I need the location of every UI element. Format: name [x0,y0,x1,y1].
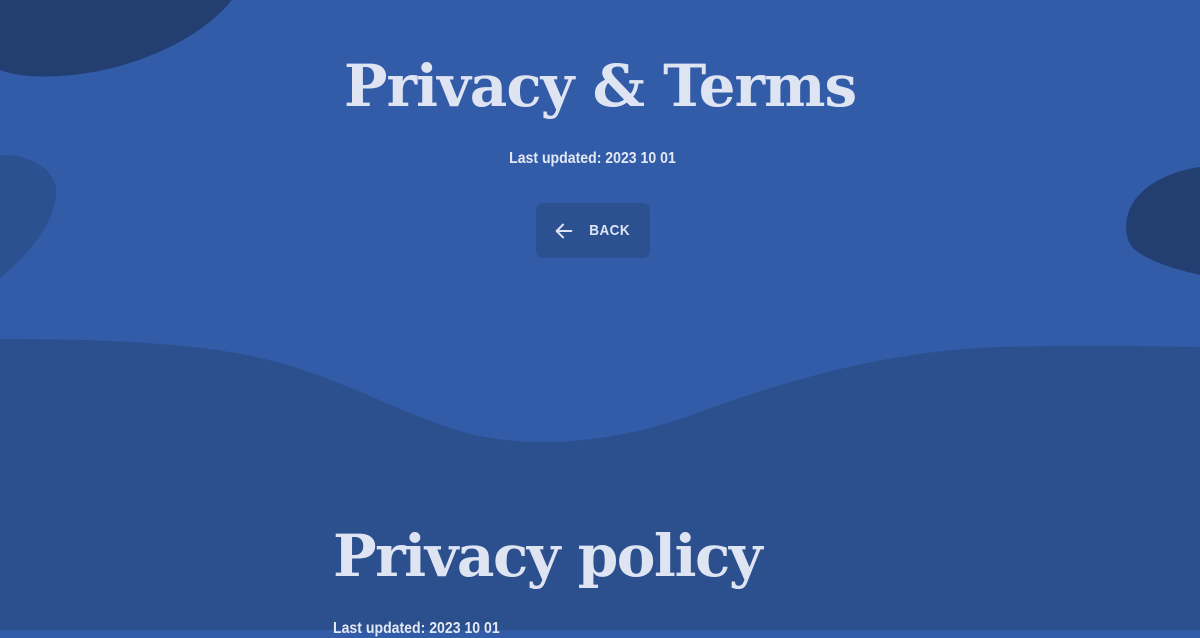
last-updated-text: Last updated: 2023 10 01 [509,150,676,167]
back-button-label: BACK [589,222,631,239]
arrow-left-icon [555,223,573,238]
right-blob [1126,167,1200,275]
back-button[interactable]: BACK [536,203,650,258]
section-title: Privacy policy [333,522,763,590]
left-mid-blob [0,154,57,278]
section-last-updated-text: Last updated: 2023 10 01 [333,620,500,637]
page-title: Privacy & Terms [343,52,857,120]
